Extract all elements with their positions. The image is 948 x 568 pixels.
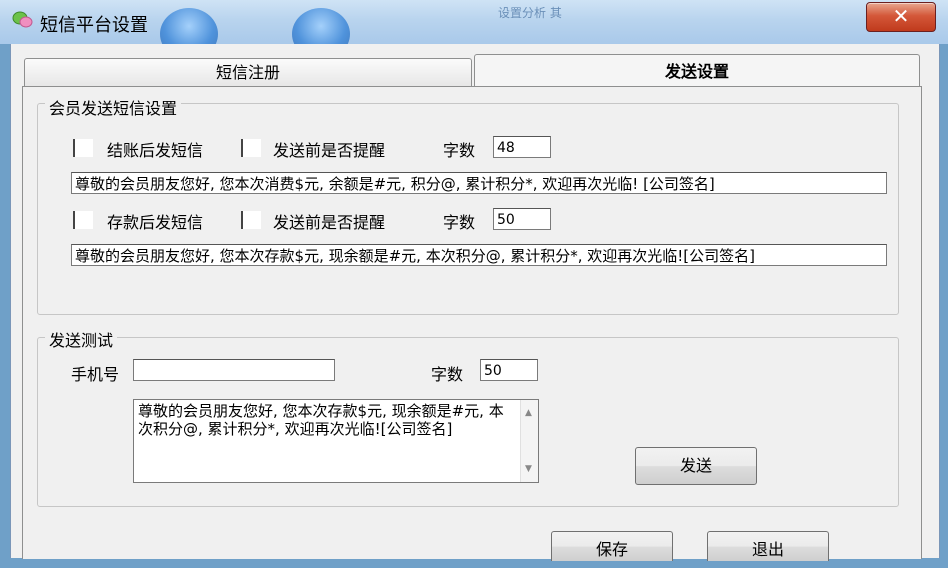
close-icon: ✕ bbox=[892, 4, 910, 28]
background-window-text: 设置分析 其 bbox=[498, 6, 562, 20]
deposit-remind-checkbox[interactable] bbox=[241, 211, 261, 229]
test-char-count-input[interactable]: 50 bbox=[480, 359, 538, 381]
chat-bubbles-app-icon bbox=[12, 11, 33, 28]
scroll-down-icon[interactable]: ▼ bbox=[525, 460, 532, 478]
test-message-text: 尊敬的会员朋友您好, 您本次存款$元, 现余额是#元, 本次积分@, 累计积分*… bbox=[138, 402, 504, 438]
window-title: 短信平台设置 bbox=[40, 15, 148, 36]
close-button[interactable]: ✕ bbox=[866, 2, 936, 32]
checkout-remind-checkbox[interactable] bbox=[241, 139, 261, 157]
exit-button[interactable]: 退出 bbox=[707, 531, 829, 561]
test-message-scrollbar[interactable]: ▲ ▼ bbox=[520, 400, 538, 482]
send-button[interactable]: 发送 bbox=[635, 447, 757, 485]
checkout-send-sms-checkbox[interactable] bbox=[73, 139, 93, 157]
send-button-label: 发送 bbox=[679, 456, 712, 475]
deposit-send-sms-checkbox[interactable] bbox=[73, 211, 93, 229]
phone-number-label: 手机号 bbox=[71, 365, 120, 384]
deposit-send-sms-label: 存款后发短信 bbox=[107, 213, 204, 232]
deposit-message-input[interactable]: 尊敬的会员朋友您好, 您本次存款$元, 现余额是#元, 本次积分@, 累计积分*… bbox=[71, 244, 887, 266]
tab-send-settings[interactable]: 发送设置 bbox=[474, 54, 920, 87]
deposit-remind-label: 发送前是否提醒 bbox=[273, 213, 386, 232]
exit-button-label: 退出 bbox=[751, 540, 784, 559]
test-message-textarea[interactable]: 尊敬的会员朋友您好, 您本次存款$元, 现余额是#元, 本次积分@, 累计积分*… bbox=[133, 399, 539, 483]
checkout-message-input[interactable]: 尊敬的会员朋友您好, 您本次消费$元, 余额是#元, 积分@, 累计积分*, 欢… bbox=[71, 172, 887, 194]
title-bar: 设置分析 其 短信平台设置 ✕ bbox=[0, 0, 948, 60]
member-sms-settings-title: 会员发送短信设置 bbox=[45, 95, 182, 119]
save-button[interactable]: 保存 bbox=[551, 531, 673, 561]
tab-label: 短信注册 bbox=[215, 63, 280, 82]
send-test-title: 发送测试 bbox=[45, 327, 118, 351]
deposit-char-count-input[interactable]: 50 bbox=[493, 208, 551, 230]
checkout-char-count-input[interactable]: 48 bbox=[493, 136, 551, 158]
phone-number-input[interactable] bbox=[133, 359, 335, 381]
checkout-remind-label: 发送前是否提醒 bbox=[273, 141, 386, 160]
checkout-send-sms-label: 结账后发短信 bbox=[107, 141, 204, 160]
checkout-char-count-label: 字数 bbox=[443, 141, 476, 160]
test-char-count-label: 字数 bbox=[431, 365, 464, 384]
tab-sms-register[interactable]: 短信注册 bbox=[24, 58, 472, 87]
save-button-label: 保存 bbox=[595, 540, 628, 559]
tab-label: 发送设置 bbox=[664, 62, 729, 81]
deposit-char-count-label: 字数 bbox=[443, 213, 476, 232]
scroll-up-icon[interactable]: ▲ bbox=[525, 404, 532, 422]
tab-panel: 会员发送短信设置 结账后发短信 发送前是否提醒 字数 48 尊敬的会员朋友您好,… bbox=[22, 86, 922, 561]
